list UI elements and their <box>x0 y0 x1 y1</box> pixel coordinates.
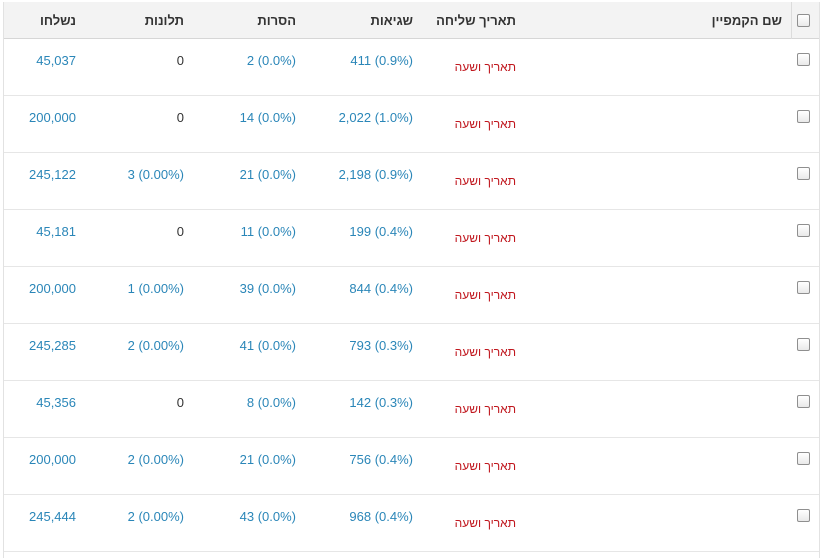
table-row: 200,000 2 (0.00%) 21 (0.0%) 756 (0.4%) ת… <box>4 438 819 495</box>
table-row: 200,000 1 (0.00%) 39 (0.0%) 844 (0.4%) ת… <box>4 267 819 324</box>
unsubscribes-count[interactable]: 14 (0.0%) <box>204 110 296 125</box>
row-checkbox[interactable] <box>797 338 810 351</box>
table-body: 45,037 0 2 (0.0%) 411 (0.9%) תאריך ושעה … <box>4 39 819 552</box>
complaints-count[interactable]: 2 (0.00%) <box>104 509 184 524</box>
complaints-count[interactable]: 2 (0.00%) <box>104 452 184 467</box>
header-sent[interactable]: נשלחו <box>4 13 76 28</box>
send-date: תאריך ושעה <box>454 174 516 188</box>
errors-count[interactable]: 968 (0.4%) <box>314 509 413 524</box>
unsubscribes-count[interactable]: 39 (0.0%) <box>204 281 296 296</box>
sent-count[interactable]: 245,285 <box>4 338 76 353</box>
send-date: תאריך ושעה <box>454 459 516 473</box>
sent-count[interactable]: 200,000 <box>4 452 76 467</box>
send-date: תאריך ושעה <box>454 288 516 302</box>
select-all-checkbox[interactable] <box>797 14 810 27</box>
row-checkbox[interactable] <box>797 281 810 294</box>
unsubscribes-count[interactable]: 21 (0.0%) <box>204 452 296 467</box>
errors-count[interactable]: 142 (0.3%) <box>314 395 413 410</box>
row-checkbox[interactable] <box>797 167 810 180</box>
row-checkbox[interactable] <box>797 110 810 123</box>
row-checkbox[interactable] <box>797 395 810 408</box>
errors-count[interactable]: 411 (0.9%) <box>314 53 413 68</box>
errors-count[interactable]: 2,022 (1.0%) <box>314 110 413 125</box>
errors-count[interactable]: 756 (0.4%) <box>314 452 413 467</box>
unsubscribes-count[interactable]: 41 (0.0%) <box>204 338 296 353</box>
unsubscribes-count[interactable]: 8 (0.0%) <box>204 395 296 410</box>
complaints-count[interactable]: 3 (0.00%) <box>104 167 184 182</box>
unsubscribes-count[interactable]: 21 (0.0%) <box>204 167 296 182</box>
header-send-date[interactable]: תאריך שליחה <box>434 13 516 28</box>
complaints-count[interactable]: 2 (0.00%) <box>104 338 184 353</box>
table-row: 45,356 0 8 (0.0%) 142 (0.3%) תאריך ושעה <box>4 381 819 438</box>
header-campaign-name[interactable]: שם הקמפיין <box>624 13 782 28</box>
table-row: 45,037 0 2 (0.0%) 411 (0.9%) תאריך ושעה <box>4 39 819 96</box>
send-date: תאריך ושעה <box>454 60 516 74</box>
sent-count[interactable]: 45,037 <box>4 53 76 68</box>
table-header: נשלחו תלונות הסרות שגיאות תאריך שליחה שם… <box>4 2 819 39</box>
sent-count[interactable]: 245,122 <box>4 167 76 182</box>
table-row: 245,444 2 (0.00%) 43 (0.0%) 968 (0.4%) ת… <box>4 495 819 552</box>
sent-count[interactable]: 45,356 <box>4 395 76 410</box>
sent-count[interactable]: 45,181 <box>4 224 76 239</box>
send-date: תאריך ושעה <box>454 231 516 245</box>
unsubscribes-count[interactable]: 11 (0.0%) <box>204 224 296 239</box>
header-divider <box>791 2 792 39</box>
unsubscribes-count[interactable]: 2 (0.0%) <box>204 53 296 68</box>
send-date: תאריך ושעה <box>454 516 516 530</box>
table-row: 45,181 0 11 (0.0%) 199 (0.4%) תאריך ושעה <box>4 210 819 267</box>
errors-count[interactable]: 844 (0.4%) <box>314 281 413 296</box>
row-checkbox[interactable] <box>797 53 810 66</box>
sent-count[interactable]: 245,444 <box>4 509 76 524</box>
complaints-count[interactable]: 1 (0.00%) <box>104 281 184 296</box>
sent-count[interactable]: 200,000 <box>4 281 76 296</box>
complaints-count: 0 <box>176 110 184 125</box>
complaints-count: 0 <box>176 395 184 410</box>
errors-count[interactable]: 2,198 (0.9%) <box>314 167 413 182</box>
table-row: 245,122 3 (0.00%) 21 (0.0%) 2,198 (0.9%)… <box>4 153 819 210</box>
complaints-count: 0 <box>176 224 184 239</box>
send-date: תאריך ושעה <box>454 117 516 131</box>
header-unsubscribes[interactable]: הסרות <box>204 13 296 28</box>
table-row: 200,000 0 14 (0.0%) 2,022 (1.0%) תאריך ו… <box>4 96 819 153</box>
send-date: תאריך ושעה <box>454 345 516 359</box>
unsubscribes-count[interactable]: 43 (0.0%) <box>204 509 296 524</box>
complaints-count: 0 <box>176 53 184 68</box>
row-checkbox[interactable] <box>797 452 810 465</box>
campaigns-table: נשלחו תלונות הסרות שגיאות תאריך שליחה שם… <box>3 2 820 558</box>
errors-count[interactable]: 793 (0.3%) <box>314 338 413 353</box>
row-checkbox[interactable] <box>797 509 810 522</box>
row-checkbox[interactable] <box>797 224 810 237</box>
header-errors[interactable]: שגיאות <box>314 13 413 28</box>
errors-count[interactable]: 199 (0.4%) <box>314 224 413 239</box>
header-complaints[interactable]: תלונות <box>104 13 184 28</box>
table-row: 245,285 2 (0.00%) 41 (0.0%) 793 (0.3%) ת… <box>4 324 819 381</box>
sent-count[interactable]: 200,000 <box>4 110 76 125</box>
send-date: תאריך ושעה <box>454 402 516 416</box>
